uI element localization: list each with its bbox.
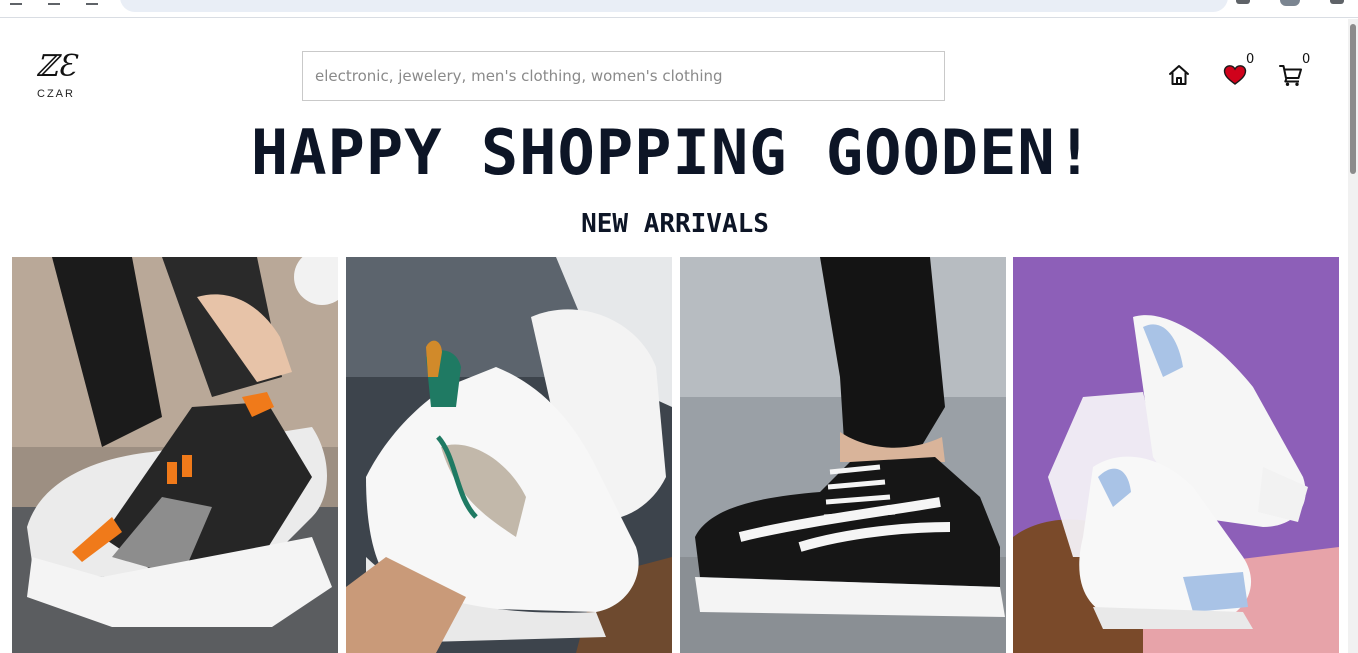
section-title: NEW ARRIVALS: [581, 209, 769, 239]
wishlist-count: 0: [1246, 52, 1255, 67]
product-card[interactable]: [12, 257, 338, 653]
product-image: [680, 257, 1006, 653]
search-input[interactable]: [302, 51, 945, 101]
product-card[interactable]: [346, 257, 672, 653]
product-image: [1013, 257, 1339, 653]
home-button[interactable]: [1166, 62, 1192, 88]
product-image: [346, 257, 672, 653]
menu-icon[interactable]: [1330, 0, 1344, 4]
page-scrollbar[interactable]: [1348, 19, 1358, 653]
logo-mark: ℤƐ: [35, 49, 77, 84]
back-icon[interactable]: [10, 0, 22, 5]
cart-icon: [1279, 65, 1302, 86]
cart-button[interactable]: [1278, 62, 1304, 88]
product-card[interactable]: [680, 257, 1006, 653]
brand-logo[interactable]: ℤƐ CZAR: [34, 49, 78, 101]
product-image: [12, 257, 338, 653]
reload-icon[interactable]: [86, 0, 98, 5]
product-card[interactable]: [1013, 257, 1339, 653]
cart-count: 0: [1302, 52, 1311, 67]
scrollbar-thumb[interactable]: [1350, 24, 1356, 174]
hero-title: HAPPY SHOPPING GOODEN!: [250, 116, 1095, 189]
heart-icon: [1223, 65, 1247, 85]
browser-chrome: [0, 0, 1358, 18]
profile-avatar[interactable]: [1280, 0, 1300, 6]
extensions-icon[interactable]: [1236, 0, 1250, 4]
forward-icon[interactable]: [48, 0, 60, 5]
address-bar[interactable]: [120, 0, 1228, 12]
logo-name: CZAR: [37, 88, 75, 100]
wishlist-button[interactable]: [1222, 62, 1248, 88]
browser-toolbar-icons: [1236, 0, 1344, 6]
home-icon: [1169, 65, 1189, 85]
browser-nav: [10, 0, 98, 6]
product-grid: [12, 257, 1339, 653]
